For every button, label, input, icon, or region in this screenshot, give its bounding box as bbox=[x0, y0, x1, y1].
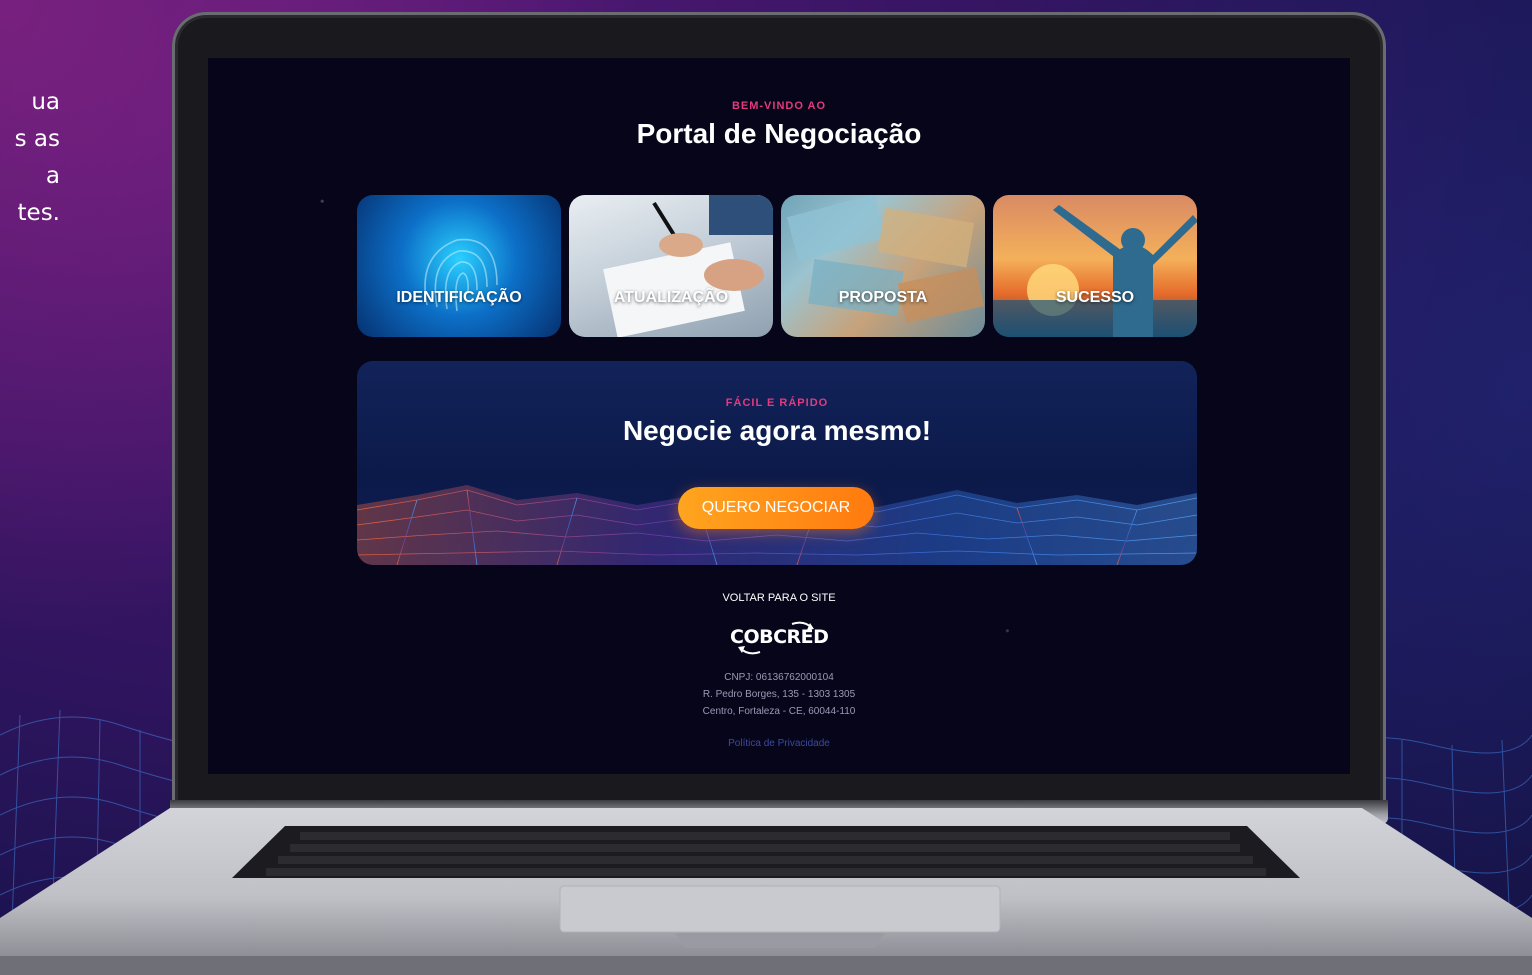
side-text: ua s as a tes. bbox=[0, 84, 60, 232]
step-card-atualizacao[interactable]: ATUALIZAÇÃO bbox=[569, 195, 773, 337]
cta-panel: FÁCIL E RÁPIDO Negocie agora mesmo! QUER… bbox=[357, 361, 1197, 565]
laptop-keyboard-base bbox=[0, 808, 1532, 975]
side-text-line: ua bbox=[31, 89, 60, 115]
celebrating-person-icon bbox=[993, 205, 1197, 337]
address-line-1: R. Pedro Borges, 135 - 1303 1305 bbox=[702, 689, 856, 700]
step-label: ATUALIZAÇÃO bbox=[613, 289, 729, 306]
step-card-identificacao[interactable]: IDENTIFICAÇÃO bbox=[357, 195, 561, 337]
cta-eyebrow: FÁCIL E RÁPIDO bbox=[725, 397, 829, 409]
cta-title: Negocie agora mesmo! bbox=[622, 415, 932, 446]
privacy-policy-link[interactable]: Política de Privacidade bbox=[208, 738, 1350, 749]
step-card-sucesso[interactable]: SUCESSO bbox=[993, 195, 1197, 337]
welcome-eyebrow: BEM-VINDO AO bbox=[731, 100, 827, 112]
side-text-line: s as bbox=[14, 126, 60, 152]
back-to-site-link[interactable]: VOLTAR PARA O SITE bbox=[208, 592, 1350, 604]
logo-text: COBCRED bbox=[730, 626, 829, 648]
side-text-line: a bbox=[45, 163, 60, 189]
portal-page: BEM-VINDO AO Portal de Negociação IDENTI… bbox=[208, 58, 1350, 774]
step-card-proposta[interactable]: PROPOSTA bbox=[781, 195, 985, 337]
fingerprint-icon bbox=[424, 238, 498, 312]
writing-hand-icon bbox=[603, 195, 773, 337]
cobcred-logo: COBCRED bbox=[730, 618, 829, 658]
address-line-2: Centro, Fortaleza - CE, 60044-110 bbox=[702, 706, 856, 717]
steps-row: IDENTIFICAÇÃO ATUALIZAÇÃO PROPOSTA SUCES… bbox=[357, 195, 1197, 337]
money-icon bbox=[786, 195, 985, 323]
step-label: PROPOSTA bbox=[838, 289, 928, 306]
page-title: Portal de Negociação bbox=[636, 118, 922, 149]
laptop-screen: BEM-VINDO AO Portal de Negociação IDENTI… bbox=[208, 58, 1350, 774]
side-text-line: tes. bbox=[17, 200, 60, 226]
step-label: SUCESSO bbox=[1055, 289, 1135, 306]
cnpj-text: CNPJ: 06136762000104 bbox=[724, 672, 834, 683]
step-label: IDENTIFICAÇÃO bbox=[396, 289, 522, 306]
quero-negociar-button[interactable]: QUERO NEGOCIAR bbox=[678, 487, 874, 529]
